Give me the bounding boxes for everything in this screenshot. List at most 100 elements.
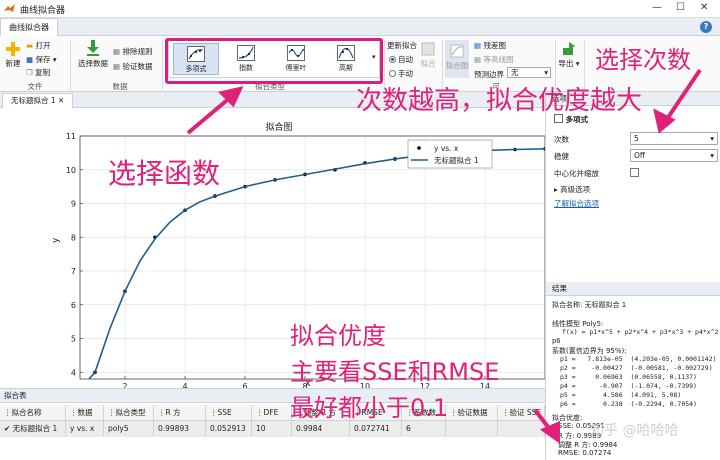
plot-legend: y vs. x 无标题拟合 1	[407, 139, 493, 169]
fit-plot-button[interactable]: 拟合图	[445, 40, 469, 78]
y-tick-label: 11	[66, 132, 76, 141]
tab-label: 无标题拟合 1	[11, 96, 56, 105]
annotation-gof-detail: 主要看SSE和RMSE	[290, 358, 500, 386]
table-cell[interactable]: ✔ 无标题拟合 1	[0, 421, 66, 437]
help-icon[interactable]: ?	[700, 21, 712, 33]
table-cell[interactable]	[446, 421, 498, 437]
auto-radio[interactable]: 自动	[389, 54, 413, 65]
fit-button[interactable]: 拟合	[418, 42, 438, 69]
bounds-dropdown[interactable]: 无 ▾	[507, 67, 551, 78]
table-cell[interactable]: 10	[252, 421, 292, 437]
legend-label-fit: 无标题拟合 1	[434, 155, 479, 165]
close-icon[interactable]: ✕	[58, 96, 64, 105]
table-column-header[interactable]: ⋮拟合名称	[0, 405, 66, 421]
chevron-down-icon: ▾	[710, 151, 714, 160]
validate-icon: ▦	[113, 62, 121, 71]
table-column-header[interactable]: ⋮R 方	[154, 405, 206, 421]
close-icon[interactable]: ✕	[700, 2, 708, 13]
results-coef: p6 = 0.238 (-0.2294, 0.7054)	[560, 400, 697, 408]
select-data-label: 选择数据	[78, 59, 108, 68]
open-label: 打开	[35, 41, 51, 50]
watermark: 知乎 @哈哈哈	[590, 423, 679, 439]
annotation-gof-threshold: 最好都小于0.1	[290, 394, 449, 422]
center-scale-label: 中心化并缩放	[554, 169, 599, 178]
y-tick-label: 4	[71, 368, 76, 377]
y-tick-label: 10	[66, 166, 76, 175]
table-cell[interactable]: 0.9984	[292, 421, 350, 437]
copy-button[interactable]: ❐ 复制	[26, 67, 50, 78]
maximize-icon[interactable]: ☐	[676, 2, 685, 13]
exclude-rules-button[interactable]: ▦ 排除规则	[113, 46, 152, 57]
tab-untitled-fit[interactable]: 无标题拟合 1 ✕	[2, 93, 74, 108]
contour-icon: ▦	[474, 55, 482, 64]
table-column-header[interactable]: ⋮SSE	[206, 405, 252, 421]
results-header: 结果	[546, 282, 720, 296]
table-column-header[interactable]: ⋮DFE	[252, 405, 292, 421]
center-scale-checkbox[interactable]	[630, 168, 639, 177]
table-cell[interactable]: y vs. x	[66, 421, 104, 437]
table-cell[interactable]: poly5	[104, 421, 154, 437]
exclude-label: 排除规则	[122, 47, 153, 56]
update-fit-label: 更新拟合	[387, 41, 417, 50]
table-column-header[interactable]: ⋮验证 SSE	[498, 405, 545, 421]
validate-data-button[interactable]: ▦ 验证数据	[113, 61, 152, 72]
results-coef: p1 = 7.813e-05 (4.203e-05, 0.0001142)	[560, 355, 717, 363]
highlight-fit-types	[165, 38, 383, 84]
learn-fit-options-link[interactable]: 了解拟合选项	[554, 198, 599, 209]
plot-icon	[450, 44, 464, 58]
residuals-icon: ▦	[474, 41, 482, 50]
manual-radio[interactable]: 手动	[389, 68, 413, 79]
advanced-options[interactable]: ▸ 高级选项	[554, 184, 590, 195]
save-label: 保存	[35, 55, 51, 64]
exclude-icon: ▦	[113, 47, 121, 56]
chevron-down-icon: ▾	[710, 134, 714, 143]
bounds-label: 预测边界	[474, 70, 504, 79]
export-button[interactable]: 导出 ▾	[558, 42, 580, 69]
contour-button[interactable]: ▦ 等高线图	[474, 54, 513, 65]
results-coef: p3 = 0.06963 (0.06558, 0.1137)	[560, 373, 697, 381]
residuals-button[interactable]: ▦ 残差图	[474, 40, 506, 51]
save-button[interactable]: ■ 保存 ▾	[26, 54, 57, 65]
annotation-select-degree: 选择次数	[595, 46, 691, 74]
ribbon-divider	[162, 40, 163, 90]
y-axis-label: y	[51, 237, 61, 243]
table-cell[interactable]: 0.072741	[350, 421, 402, 437]
save-icon: ■	[26, 55, 34, 64]
robust-label: 稳健	[554, 152, 569, 161]
ribbon-tabs: 曲线拟合器 ?	[0, 18, 720, 36]
table-column-header[interactable]: ⋮验证数据	[446, 405, 498, 421]
table-cell[interactable]: 0.99893	[154, 421, 206, 437]
legend-label-data: y vs. x	[434, 144, 459, 153]
legend-marker-points	[417, 146, 421, 150]
select-data-button[interactable]: 选择数据	[76, 40, 110, 69]
auto-label: 自动	[398, 55, 413, 64]
table-cell[interactable]: 6	[402, 421, 446, 437]
fit-plot[interactable]: 拟合图 2 4 6 8 10 12 144567891011x y y vs. x 无标题拟…	[0, 108, 545, 388]
plus-icon	[6, 42, 20, 56]
table-cell[interactable]: 0.052913	[206, 421, 252, 437]
fit-icon	[421, 42, 435, 56]
manual-label: 手动	[398, 69, 413, 78]
contour-label: 等高线图	[483, 55, 514, 64]
section-file: 文件	[27, 82, 43, 91]
table-cell[interactable]	[498, 421, 545, 437]
degree-dropdown[interactable]: 5 ▾	[630, 132, 718, 145]
tab-curve-fitter[interactable]: 曲线拟合器	[0, 18, 58, 36]
advanced-label: 高级选项	[560, 185, 591, 194]
degree-value: 5	[634, 134, 639, 143]
robust-dropdown[interactable]: Off ▾	[630, 149, 718, 162]
validate-label: 验证数据	[122, 62, 153, 71]
title-bar: 曲线拟合器 — ☐ ✕	[0, 0, 720, 18]
y-tick-label: 5	[71, 335, 76, 344]
minimize-icon[interactable]: —	[652, 2, 662, 13]
plot-panel: 拟合图 2 4 6 8 10 12 14 4 5 6 7 8 9 10 11 x y y vs. x 无标题拟…	[0, 108, 545, 388]
table-column-header[interactable]: ⋮拟合类型	[104, 405, 154, 421]
new-button[interactable]: 新建	[3, 42, 23, 69]
table-column-header[interactable]: ⋮数据	[66, 405, 104, 421]
chevron-right-icon: ▸	[554, 185, 558, 194]
export-label: 导出	[558, 59, 574, 68]
annotation-select-function: 选择函数	[108, 157, 221, 190]
open-button[interactable]: ▬ 打开	[26, 40, 50, 51]
degree-label: 次数	[554, 135, 569, 144]
window-title: 曲线拟合器	[20, 6, 66, 16]
